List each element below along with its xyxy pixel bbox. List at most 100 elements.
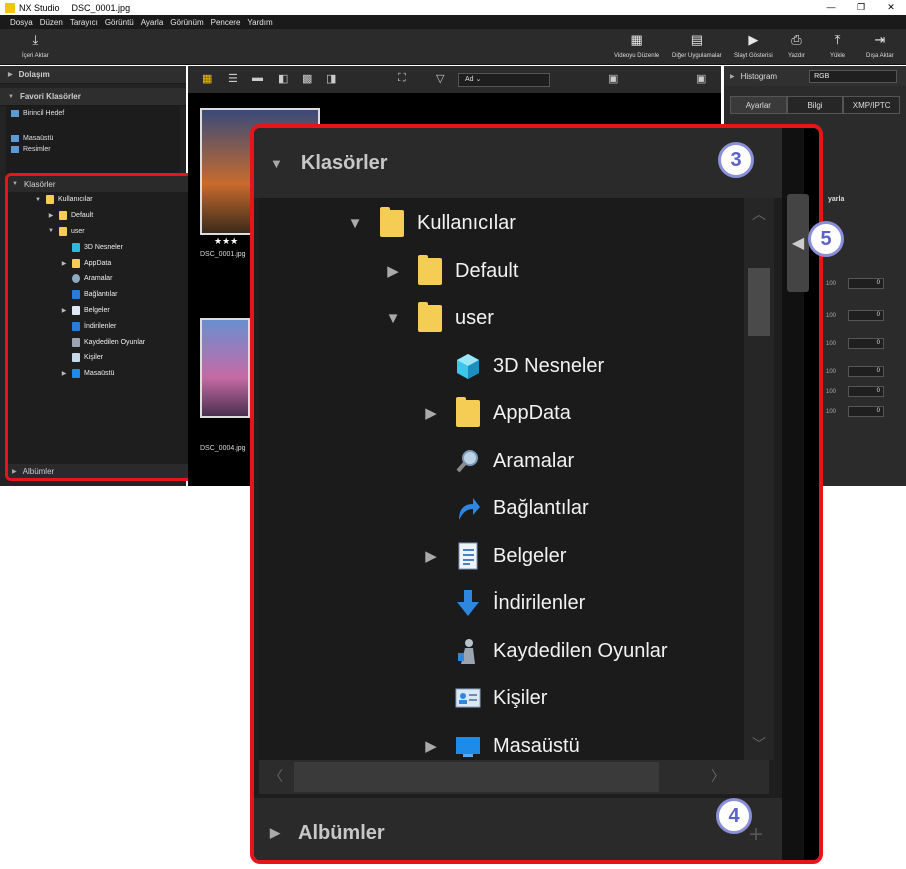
tree-item[interactable]: Kişiler xyxy=(8,350,194,366)
menu-browser[interactable]: Tarayıcı xyxy=(70,18,98,27)
menu-file[interactable]: Dosya xyxy=(10,18,33,27)
tree-item[interactable]: Aramalar xyxy=(455,445,574,477)
saved-games-icon xyxy=(455,637,481,665)
tree-item[interactable]: ▶ Masaüstü xyxy=(419,730,580,760)
navigation-section[interactable]: ▶ Dolaşım xyxy=(0,66,186,84)
add-album-icon[interactable]: + xyxy=(749,821,763,849)
callout-3: 3 xyxy=(718,142,754,178)
slider-row[interactable]: 100 0 xyxy=(826,386,898,397)
folders-header[interactable]: ▼ Klasörler xyxy=(8,176,194,192)
single-view-icon[interactable]: ▬ xyxy=(252,72,263,84)
tab-info[interactable]: Bilgi xyxy=(786,96,844,114)
expand-icon[interactable]: ▶ xyxy=(419,737,443,755)
menu-help[interactable]: Yardım xyxy=(247,18,272,27)
filmstrip-view-icon[interactable]: ▩ xyxy=(302,72,312,85)
menu-view[interactable]: Görünüm xyxy=(170,18,203,27)
tree-item[interactable]: Aramalar xyxy=(8,271,194,287)
list-view-icon[interactable]: ☰ xyxy=(228,72,238,85)
histogram-channel-select[interactable]: RGB xyxy=(809,69,898,83)
tree-item[interactable]: ▼ user xyxy=(8,224,194,240)
scroll-thumb[interactable] xyxy=(748,268,770,336)
collapse-icon[interactable]: ▼ xyxy=(343,215,367,232)
scroll-down-icon[interactable]: ﹀ xyxy=(752,734,766,754)
menu-image[interactable]: Görüntü xyxy=(105,18,134,27)
video-editor-button[interactable]: ▦ Videoyu Düzenle xyxy=(614,33,659,60)
histogram-header[interactable]: ▶ Histogram RGB xyxy=(724,66,906,86)
horizontal-scrollbar[interactable]: 〈 〉 xyxy=(259,760,769,794)
favorites-section[interactable]: ▼ Favori Klasörler xyxy=(0,88,186,106)
slider-row[interactable]: 100 0 xyxy=(826,310,898,321)
drive-icon xyxy=(11,110,19,117)
folder-icon xyxy=(72,258,80,268)
import-button[interactable]: ⤓ İçeri Aktar xyxy=(22,33,49,60)
expand-icon[interactable]: ▶ xyxy=(381,262,405,280)
tree-item[interactable]: Kaydedilen Oyunlar xyxy=(8,334,194,350)
upload-button[interactable]: ⤒ Yükle xyxy=(830,32,845,60)
folders-panel-zoomed: ▼ Klasörler ▼ Kullanıcılar ▶ Default ▼ u… xyxy=(250,124,823,864)
tree-item[interactable]: ▼ user xyxy=(381,301,494,334)
menu-window[interactable]: Pencere xyxy=(211,18,241,27)
tree-item[interactable]: 3D Nesneler xyxy=(455,350,604,382)
tree-item[interactable]: ▶ Default xyxy=(381,254,518,287)
collapse-icon[interactable]: ▼ xyxy=(381,310,405,327)
compare-view-icon[interactable]: ◧ xyxy=(278,72,288,85)
tab-xmp[interactable]: XMP/IPTC xyxy=(843,96,901,114)
slider-row[interactable]: 100 0 xyxy=(826,366,898,377)
albums-section[interactable]: ▶ Albümler xyxy=(8,464,194,478)
tree-item[interactable]: Bağlantılar xyxy=(8,287,194,303)
menu-adjust[interactable]: Ayarla xyxy=(141,18,164,27)
tree-item[interactable]: İndirilenler xyxy=(8,318,194,334)
desktop-icon xyxy=(72,369,80,379)
scroll-thumb[interactable] xyxy=(294,762,659,792)
thumbnail-2[interactable] xyxy=(200,318,250,418)
tree-item[interactable]: ▶ AppData xyxy=(8,255,194,271)
close-button[interactable]: ✕ xyxy=(876,0,906,15)
tree-item[interactable]: ▶ Belgeler xyxy=(8,303,194,319)
favorite-item[interactable]: Masaüstü xyxy=(6,133,180,144)
tab-adjust[interactable]: Ayarlar xyxy=(730,96,787,114)
collapse-panel-button[interactable]: ◀ xyxy=(787,194,809,292)
chevron-left-icon: ◀ xyxy=(791,235,805,252)
menu-edit[interactable]: Düzen xyxy=(40,18,63,27)
tree-item[interactable]: Kaydedilen Oyunlar xyxy=(455,635,668,667)
slideshow-button[interactable]: ▶ Slayt Gösterisi xyxy=(734,33,773,60)
print-button[interactable]: ⎙ Yazdır xyxy=(788,33,805,60)
tree-item[interactable]: ▶ Masaüstü xyxy=(8,366,194,382)
expand-icon[interactable]: ▶ xyxy=(419,547,443,565)
tree-item[interactable]: ▶ Belgeler xyxy=(419,540,566,572)
tree-item[interactable]: ▼ Kullanıcılar xyxy=(8,192,194,208)
tree-item[interactable]: ▼ Kullanıcılar xyxy=(343,206,516,239)
restore-button[interactable]: ❐ xyxy=(846,0,876,15)
slider-row[interactable]: 100 0 xyxy=(826,338,898,349)
export-button[interactable]: ⇥ Dışa Aktar xyxy=(866,33,894,60)
favorite-item[interactable]: Resimler xyxy=(6,144,180,155)
tree-item[interactable]: İndirilenler xyxy=(455,587,585,619)
minimize-button[interactable]: — xyxy=(816,0,846,15)
scroll-up-icon[interactable]: ︿ xyxy=(752,204,766,224)
file-name: DSC_0001.jpg xyxy=(71,2,131,13)
filter-icon[interactable]: ▽ xyxy=(436,72,444,85)
split-view-icon[interactable]: ◨ xyxy=(326,72,336,85)
upload-icon: ⤒ xyxy=(834,32,841,47)
other-apps-button[interactable]: ▤ Diğer Uygulamalar xyxy=(672,33,722,60)
tree-item[interactable]: 3D Nesneler xyxy=(8,239,194,255)
pictures-icon xyxy=(11,146,19,153)
title-bar: NX Studio DSC_0001.jpg — ❐ ✕ xyxy=(0,0,906,15)
tree-item[interactable]: ▶ Default xyxy=(8,208,194,224)
expand-icon[interactable]: ▶ xyxy=(419,404,443,422)
tree-item[interactable]: Bağlantılar xyxy=(455,492,589,524)
slider-row[interactable]: 100 0 xyxy=(826,406,898,417)
sort-select[interactable]: Ad ⌄ xyxy=(458,73,550,87)
slider-row[interactable]: 100 0 xyxy=(826,278,898,289)
thumb-size-large-icon[interactable]: ▣ xyxy=(696,72,706,85)
grid-view-icon[interactable]: ▦ xyxy=(202,72,212,85)
tree-item[interactable]: ▶ AppData xyxy=(419,396,571,429)
thumb-size-small-icon[interactable]: ▣ xyxy=(608,72,618,85)
favorite-item[interactable]: Birincil Hedef xyxy=(6,108,180,119)
tree-item[interactable]: Kişiler xyxy=(455,682,547,714)
fullscreen-icon[interactable]: ⛶ xyxy=(398,72,406,85)
scroll-left-icon[interactable]: 〈 xyxy=(269,766,283,786)
vertical-scrollbar[interactable]: ︿ ﹀ xyxy=(744,198,774,760)
scroll-right-icon[interactable]: 〉 xyxy=(711,766,725,786)
expand-icon: ▶ xyxy=(12,468,17,475)
